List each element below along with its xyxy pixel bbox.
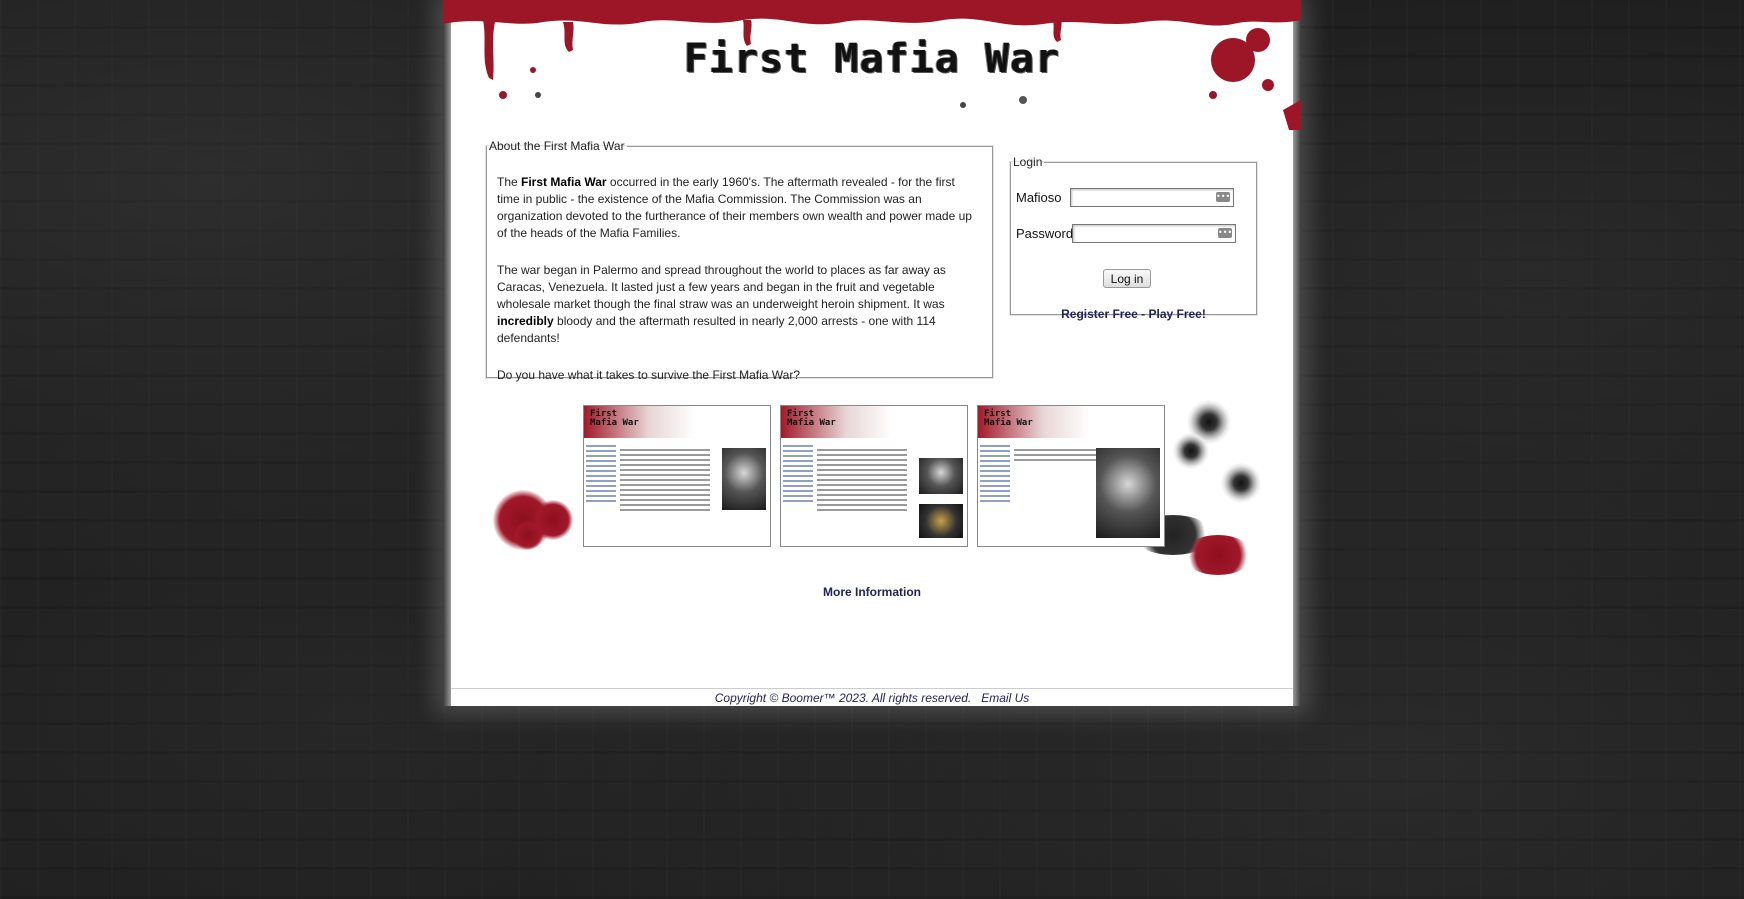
footer-divider	[451, 688, 1293, 689]
screenshot-table	[817, 446, 907, 514]
footer: Copyright © Boomer™ 2023. All rights res…	[443, 691, 1301, 705]
screenshot-nav	[586, 442, 616, 505]
about-paragraph-3: Do you have what it takes to survive the…	[497, 368, 801, 382]
screenshot-header: First Mafia War	[781, 406, 967, 438]
about-p2-prefix: The war began in Palermo and spread thro…	[497, 263, 946, 311]
site-logo: First Mafia War	[683, 36, 1061, 82]
email-us-link[interactable]: Email Us	[981, 691, 1029, 705]
screenshot-photo	[919, 504, 963, 538]
key-icon[interactable]: •••	[1218, 228, 1232, 238]
screenshot-thumbnail-2[interactable]: First Mafia War	[780, 405, 968, 547]
about-fieldset: About the First Mafia War The First Mafi…	[486, 139, 993, 382]
blood-splatter	[513, 520, 543, 550]
blood-splatter	[1183, 535, 1253, 575]
screenshot-header: First Mafia War	[978, 406, 1164, 438]
username-field[interactable]: •••	[1070, 188, 1234, 207]
screenshot-logo: First Mafia War	[590, 409, 639, 428]
login-fieldset: Login Mafioso ••• Password ••• Log in Re…	[1010, 155, 1257, 321]
key-icon[interactable]: •••	[1216, 192, 1230, 202]
screenshot-nav	[980, 442, 1010, 505]
password-label: Password	[1016, 226, 1074, 241]
screenshot-photo	[722, 448, 766, 510]
about-p1-prefix: The	[497, 175, 522, 189]
about-paragraph-2: The war began in Palermo and spread thro…	[497, 262, 977, 347]
screenshot-table	[620, 446, 710, 514]
copyright-text: Copyright © Boomer™ 2023. All rights res…	[714, 691, 972, 705]
password-field[interactable]: •••	[1072, 224, 1236, 243]
screenshot-header: First Mafia War	[584, 406, 770, 438]
screenshot-thumbnail-1[interactable]: First Mafia War	[583, 405, 771, 547]
screenshot-photo	[1096, 448, 1160, 538]
screenshot-logo: First Mafia War	[787, 409, 836, 428]
screenshot-photo	[919, 458, 963, 494]
bullet-hole-icon	[1221, 463, 1261, 503]
screenshots-gallery: First Mafia War First Mafia War First Ma…	[483, 395, 1283, 605]
login-button[interactable]: Log in	[1103, 269, 1151, 288]
register-link[interactable]: Register Free - Play Free!	[1011, 307, 1256, 321]
main-page: First Mafia War About the First Mafia Wa…	[443, 0, 1301, 706]
about-body: The First Mafia War occurred in the earl…	[497, 174, 977, 404]
username-label: Mafioso	[1016, 190, 1062, 205]
screenshot-logo: First Mafia War	[984, 409, 1033, 428]
login-legend: Login	[1013, 155, 1043, 169]
more-information-link[interactable]: More Information	[443, 585, 1301, 599]
about-paragraph-1: The First Mafia War occurred in the earl…	[497, 174, 977, 242]
about-legend: About the First Mafia War	[489, 139, 625, 153]
screenshot-nav	[783, 442, 813, 505]
screenshot-table	[1014, 446, 1104, 464]
screenshot-thumbnail-3[interactable]: First Mafia War	[977, 405, 1165, 547]
bullet-hole-icon	[1173, 433, 1209, 469]
about-p2-rest: bloody and the aftermath resulted in nea…	[497, 314, 936, 345]
about-p1-bold: First Mafia War	[521, 175, 607, 189]
about-p2-bold: incredibly	[497, 314, 554, 328]
